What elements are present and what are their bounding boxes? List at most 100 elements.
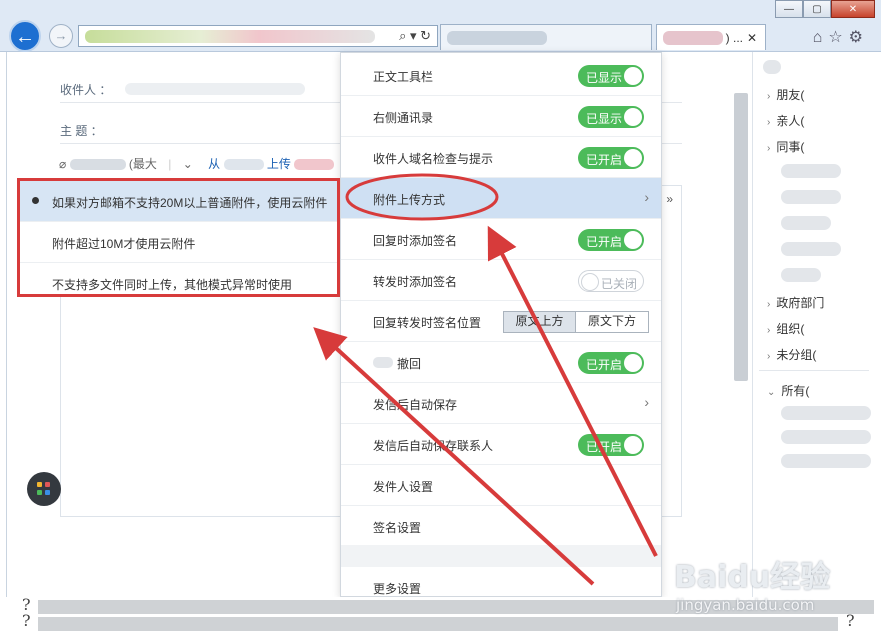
upload-option-single-file[interactable]: 不支持多文件同时上传，其他模式异常时使用 bbox=[20, 263, 337, 304]
chevron-right-icon: › bbox=[767, 325, 771, 336]
blurred-contact bbox=[781, 430, 871, 444]
toggle-knob bbox=[624, 67, 642, 85]
double-chevron-icon[interactable]: » bbox=[666, 192, 673, 206]
contact-group-family[interactable]: › 亲人( bbox=[767, 112, 804, 128]
toggle-switch[interactable]: 已开启 bbox=[578, 229, 644, 251]
menu-item-auto-save[interactable]: 发信后自动保存 › bbox=[341, 383, 661, 424]
toggle-switch[interactable]: 已开启 bbox=[578, 434, 644, 456]
upload-option-cloud-if-unsupported[interactable]: 如果对方邮箱不支持20M以上普通附件，使用云附件 bbox=[20, 181, 337, 222]
toggle-switch[interactable]: 已显示 bbox=[578, 106, 644, 128]
toggle-switch[interactable]: 已显示 bbox=[578, 65, 644, 87]
search-refresh-icons[interactable]: ⌕ ▾ ↻ bbox=[399, 28, 431, 44]
option-above-original[interactable]: 原文上方 bbox=[504, 312, 576, 332]
paperclip-icon[interactable]: ⌀ bbox=[59, 157, 66, 171]
blurred-source bbox=[294, 159, 335, 171]
apps-launcher-button[interactable] bbox=[27, 472, 61, 506]
chevron-right-icon: › bbox=[767, 117, 771, 128]
blurred-attach-text bbox=[69, 159, 126, 171]
contact-group-all[interactable]: ⌄ 所有( bbox=[767, 382, 809, 398]
blurred-url bbox=[85, 30, 375, 43]
upload-option-cloud-over-10m[interactable]: 附件超过10M才使用云附件 bbox=[20, 222, 337, 263]
contact-group-government[interactable]: › 政府部门 bbox=[767, 294, 824, 310]
upload-link-tail[interactable]: 上传 bbox=[267, 157, 291, 171]
close-icon[interactable]: ✕ bbox=[831, 0, 875, 18]
toggle-knob bbox=[624, 231, 642, 249]
selected-dot-icon bbox=[32, 197, 39, 204]
contact-group-ungrouped[interactable]: › 未分组( bbox=[767, 346, 816, 362]
chevron-down-icon[interactable]: ⌄ bbox=[183, 157, 193, 171]
toggle-knob bbox=[624, 149, 642, 167]
menu-item-upload-mode[interactable]: 附件上传方式 › bbox=[341, 178, 661, 219]
menu-item-signature-settings[interactable]: 签名设置 bbox=[341, 506, 661, 547]
chevron-down-icon: ⌄ bbox=[767, 387, 776, 398]
menu-item-recall[interactable]: 撤回 已开启 bbox=[341, 342, 661, 383]
watermark-logo: Baidu经验 bbox=[674, 560, 831, 595]
favorites-star-icon[interactable]: ☆ bbox=[828, 29, 848, 46]
attach-size-hint: (最大 bbox=[128, 157, 157, 171]
menu-item-sender-settings[interactable]: 发件人设置 bbox=[341, 465, 661, 506]
forward-arrow-icon[interactable]: → bbox=[49, 24, 73, 48]
blurred-contact bbox=[781, 454, 871, 468]
address-bar[interactable]: ⌕ ▾ ↻ bbox=[78, 25, 438, 47]
apps-dot bbox=[37, 490, 42, 495]
toggle-knob bbox=[624, 436, 642, 454]
blurred-group bbox=[781, 216, 831, 230]
settings-menu: 正文工具栏 已显示 右侧通讯录 已显示 收件人域名检查与提示 已开启 附件上传方… bbox=[340, 52, 662, 597]
tab-title: ) ... bbox=[725, 31, 743, 45]
blurred-label bbox=[373, 357, 393, 368]
option-below-original[interactable]: 原文下方 bbox=[576, 312, 648, 332]
chevron-right-icon: › bbox=[767, 143, 771, 154]
home-icon[interactable]: ⌂ bbox=[813, 29, 829, 46]
blurred-avatar bbox=[763, 60, 781, 74]
toggle-switch[interactable]: 已开启 bbox=[578, 352, 644, 374]
gear-icon[interactable]: ⚙ bbox=[849, 29, 869, 46]
contact-group-organization[interactable]: › 组织( bbox=[767, 320, 804, 336]
menu-item-domain-check[interactable]: 收件人域名检查与提示 已开启 bbox=[341, 137, 661, 178]
help-icon[interactable]: ? bbox=[22, 611, 31, 630]
blurred-tab-title bbox=[663, 31, 723, 45]
toggle-knob bbox=[624, 354, 642, 372]
toggle-switch[interactable]: 已关闭 bbox=[578, 270, 644, 292]
menu-item-reply-signature[interactable]: 回复时添加签名 已开启 bbox=[341, 219, 661, 260]
menu-item-signature-position[interactable]: 回复转发时签名位置 原文上方 原文下方 bbox=[341, 301, 661, 342]
blurred-recipient bbox=[125, 83, 305, 95]
attachment-row[interactable]: ⌀ (最大 | ⌄ 从 上传 bbox=[59, 155, 335, 172]
back-arrow-icon[interactable]: ← bbox=[9, 20, 41, 52]
menu-item-right-contacts[interactable]: 右侧通讯录 已显示 bbox=[341, 96, 661, 137]
browser-toolbar: — ▢ ✕ ← → ⌕ ▾ ↻ ✕ ) ... ⌂☆⚙ bbox=[0, 0, 881, 52]
browser-tab[interactable] bbox=[440, 24, 652, 50]
scrollbar-thumb[interactable] bbox=[734, 93, 748, 381]
contact-group-friends[interactable]: › 朋友( bbox=[767, 86, 804, 102]
maximize-icon[interactable]: ▢ bbox=[803, 0, 831, 18]
chevron-right-icon: › bbox=[767, 351, 771, 362]
blurred-group bbox=[781, 268, 821, 282]
recipient-label: 收件人 ： bbox=[60, 83, 112, 97]
menu-item-auto-save-contacts[interactable]: 发信后自动保存联系人 已开启 bbox=[341, 424, 661, 465]
minimize-icon[interactable]: — bbox=[775, 0, 803, 18]
status-bar bbox=[38, 617, 838, 631]
signature-position-selector[interactable]: 原文上方 原文下方 bbox=[503, 311, 649, 333]
divider bbox=[759, 370, 869, 371]
browser-icons[interactable]: ⌂☆⚙ bbox=[813, 27, 869, 47]
menu-item-forward-signature[interactable]: 转发时添加签名 已关闭 bbox=[341, 260, 661, 301]
toggle-switch[interactable]: 已开启 bbox=[578, 147, 644, 169]
menu-item-body-toolbar[interactable]: 正文工具栏 已显示 bbox=[341, 55, 661, 96]
upload-from-link[interactable]: 从 bbox=[208, 157, 220, 171]
apps-dot bbox=[45, 482, 50, 487]
watermark-url: jingyan.baidu.com bbox=[676, 596, 815, 614]
contact-group-colleagues[interactable]: › 同事( bbox=[767, 138, 804, 154]
subject-label: 主 题 ： bbox=[60, 124, 103, 138]
chevron-right-icon: › bbox=[644, 189, 649, 205]
upload-mode-submenu: 如果对方邮箱不支持20M以上普通附件，使用云附件 附件超过10M才使用云附件 不… bbox=[17, 178, 340, 297]
tab-close-icon[interactable]: ✕ bbox=[747, 31, 757, 45]
window-controls: — ▢ ✕ bbox=[775, 0, 875, 18]
menu-separator bbox=[341, 545, 661, 567]
browser-tab-active[interactable]: ✕ ) ... bbox=[656, 24, 766, 50]
chevron-right-icon: › bbox=[767, 91, 771, 102]
apps-dot bbox=[37, 482, 42, 487]
blurred-contact bbox=[781, 406, 871, 420]
blurred-tab-title bbox=[447, 31, 547, 45]
toggle-knob bbox=[581, 273, 599, 291]
blurred-group bbox=[781, 164, 841, 178]
baidu-watermark: Baidu经验 jingyan.baidu.com bbox=[672, 548, 872, 618]
